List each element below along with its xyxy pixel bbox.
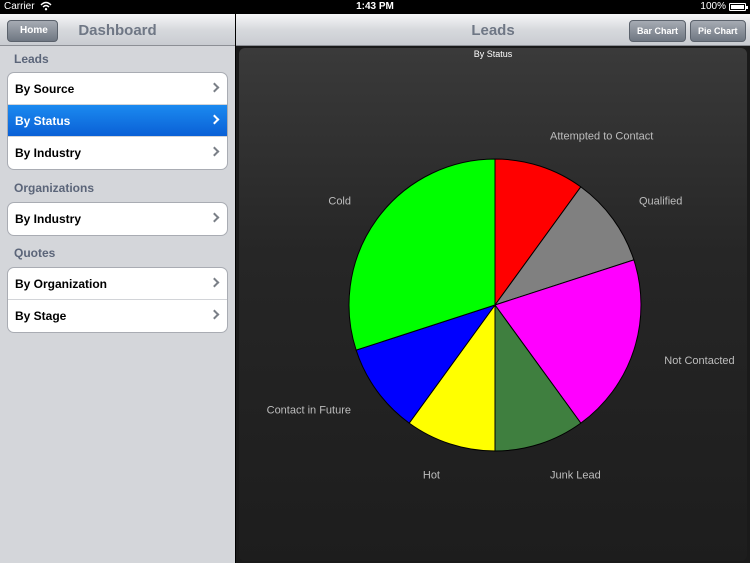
section-title-organizations: Organizations <box>14 181 95 195</box>
leads-group: By Source By Status By Industry <box>7 72 228 170</box>
chevron-right-icon <box>209 114 220 125</box>
bar-chart-button[interactable]: Bar Chart <box>629 20 687 42</box>
chevron-right-icon <box>209 212 220 223</box>
row-label: By Stage <box>15 309 67 323</box>
row-quotes-by-stage[interactable]: By Stage <box>8 300 227 332</box>
pie-label-junk-lead: Junk Lead <box>550 469 601 481</box>
pie-label-cold: Cold <box>328 195 351 207</box>
chevron-right-icon <box>209 277 220 288</box>
row-label: By Status <box>15 114 71 128</box>
battery-icon <box>729 3 748 11</box>
master-panel: Home Dashboard Leads By Source By Status… <box>0 14 235 563</box>
row-quotes-by-organization[interactable]: By Organization <box>8 268 227 300</box>
section-title-leads: Leads <box>14 52 49 66</box>
chart-area: By Status Attempted to Contact Qualified N… <box>239 48 747 561</box>
pie-label-not-contacted: Not Contacted <box>664 355 734 367</box>
detail-panel: Leads Bar Chart Pie Chart By Status Atte… <box>236 14 750 563</box>
organizations-group: By Industry <box>7 202 228 236</box>
pie-label-qualified: Qualified <box>639 195 682 207</box>
row-organizations-by-industry[interactable]: By Industry <box>8 203 227 235</box>
status-bar: Carrier 1:43 PM 100% <box>0 0 750 14</box>
chevron-right-icon <box>209 309 220 320</box>
chevron-right-icon <box>209 146 220 157</box>
pie-label-attempted-to-contact: Attempted to Contact <box>550 131 653 143</box>
pie-label-hot: Hot <box>423 469 440 481</box>
chevron-right-icon <box>209 82 220 93</box>
row-label: By Source <box>15 82 75 96</box>
pie-label-contact-in-future: Contact in Future <box>267 405 351 417</box>
row-label: By Industry <box>15 212 82 226</box>
row-leads-by-status[interactable]: By Status <box>8 105 227 137</box>
row-leads-by-source[interactable]: By Source <box>8 73 227 105</box>
pie-chart-button[interactable]: Pie Chart <box>690 20 746 42</box>
detail-navigation-bar: Leads Bar Chart Pie Chart <box>236 14 750 46</box>
clock: 1:43 PM <box>356 1 394 12</box>
row-leads-by-industry[interactable]: By Industry <box>8 137 227 169</box>
battery-percent: 100% <box>700 1 726 12</box>
row-label: By Organization <box>15 277 108 291</box>
section-title-quotes: Quotes <box>14 246 56 260</box>
quotes-group: By Organization By Stage <box>7 267 228 333</box>
master-navigation-bar: Home Dashboard <box>0 14 235 46</box>
pie-chart: Attempted to Contact Qualified Not Contact… <box>267 131 735 482</box>
master-title: Dashboard <box>78 22 157 39</box>
row-label: By Industry <box>15 146 82 160</box>
